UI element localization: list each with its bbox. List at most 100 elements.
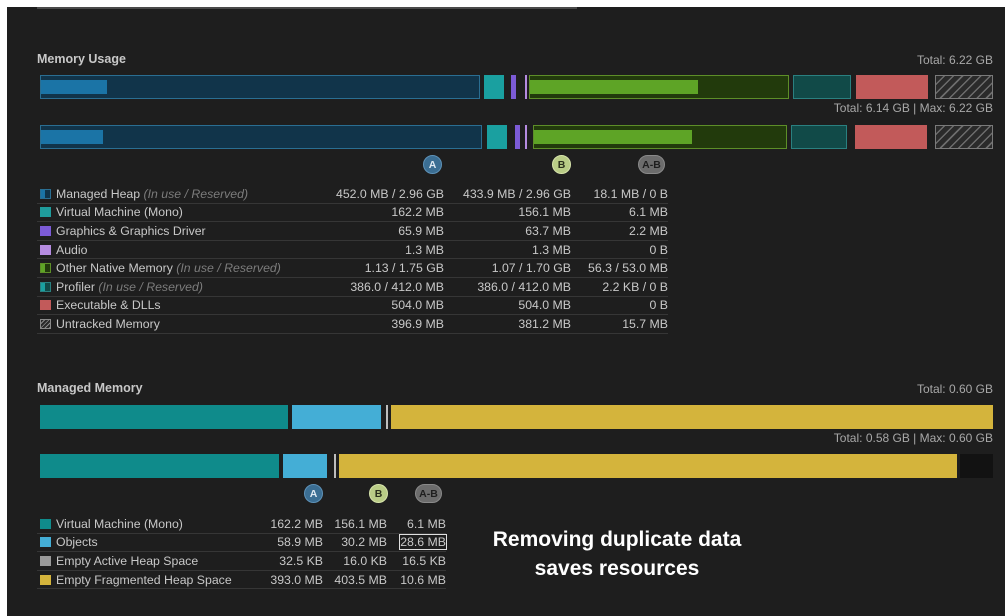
row-label: Other Native Memory (56, 261, 173, 276)
managed-memory-total: Total: 0.60 GB (916, 382, 993, 396)
table-row[interactable]: Other Native Memory (In use / Reserved) 1… (37, 258, 668, 278)
bar-b-untracked[interactable] (935, 125, 993, 149)
legend-swatch (40, 555, 51, 566)
row-label: Graphics & Graphics Driver (56, 223, 206, 238)
legend-swatch (40, 188, 51, 199)
value-b: 156.1 MB (518, 205, 571, 220)
bar-b-graphics[interactable] (515, 125, 520, 149)
value-a: 162.2 MB (270, 516, 323, 531)
value-b: 403.5 MB (334, 572, 387, 587)
value-cell-diff: 10.6 MB (387, 570, 446, 590)
row-label: Virtual Machine (Mono) (56, 516, 183, 531)
legend-swatch (40, 225, 51, 236)
value-cell-a: 393.0 MB (233, 570, 323, 590)
row-label-cell: Empty Fragmented Heap Space (37, 570, 233, 590)
mm-bar-b-virtual-machine[interactable] (40, 454, 279, 478)
row-label: Executable & DLLs (56, 298, 161, 313)
table-row[interactable]: Virtual Machine (Mono) 162.2 MB 156.1 MB 6.… (37, 515, 446, 534)
legend-swatch (40, 244, 51, 255)
row-note: (In use / Reserved) (176, 261, 281, 276)
table-row[interactable]: Managed Heap (In use / Reserved) 452.0 MB… (37, 185, 668, 204)
bar-a-profiler[interactable] (793, 75, 851, 99)
value-diff: 16.5 KB (402, 553, 446, 568)
value-diff: 2.2 MB (629, 223, 668, 238)
bar-a-audio[interactable] (525, 75, 527, 99)
bar-a-graphics[interactable] (511, 75, 516, 99)
value-diff: 10.6 MB (400, 572, 446, 587)
value-cell-a: 452.0 MB / 2.96 GB (319, 185, 444, 204)
value-cell-a: 504.0 MB (319, 296, 444, 316)
managed-memory-total-max: Total: 0.58 GB | Max: 0.60 GB (833, 431, 993, 445)
row-label-cell: Virtual Machine (Mono) (37, 515, 233, 534)
value-cell-b: 403.5 MB (323, 570, 387, 590)
bar-a-executable-dlls[interactable] (856, 75, 928, 99)
value-cell-diff: 6.1 MB (571, 203, 668, 223)
value-b: 1.3 MB (532, 242, 571, 257)
value-cell-b: 433.9 MB / 2.96 GB (444, 185, 571, 204)
bar-a-other-native-used[interactable] (530, 80, 698, 94)
value-cell-diff: 2.2 MB (571, 221, 668, 241)
value-a: 1.3 MB (405, 242, 444, 257)
table-row[interactable]: Untracked Memory 396.9 MB 381.2 MB 15.7 MB (37, 314, 668, 334)
row-label-cell: Audio (37, 240, 319, 260)
mm-bar-a-virtual-machine[interactable] (40, 405, 288, 429)
table-row[interactable]: Graphics & Graphics Driver 65.9 MB 63.7 MB… (37, 221, 668, 241)
value-cell-diff: 15.7 MB (571, 314, 668, 334)
bar-b-audio[interactable] (525, 125, 527, 149)
memory-usage-title: Memory Usage (37, 52, 126, 66)
value-b: 504.0 MB (518, 298, 571, 313)
value-a: 393.0 MB (270, 572, 323, 587)
value-a: 504.0 MB (391, 298, 444, 313)
table-row[interactable]: Virtual Machine (Mono) 162.2 MB 156.1 MB 6.… (37, 203, 668, 223)
bar-b-other-native-used[interactable] (534, 130, 692, 144)
callout-text: Removing duplicate data saves resources (462, 525, 772, 583)
bar-b-managed-heap-reserved[interactable] (40, 125, 482, 149)
value-cell-b: 386.0 / 412.0 MB (444, 277, 571, 297)
row-label: Audio (56, 242, 88, 257)
bar-a-untracked[interactable] (935, 75, 993, 99)
value-cell-diff: 6.1 MB (387, 515, 446, 534)
bar-a-managed-heap-used[interactable] (41, 80, 107, 94)
value-cell-a: 162.2 MB (319, 203, 444, 223)
mm-bar-a-empty-active[interactable] (386, 405, 388, 429)
row-label-cell: Managed Heap (In use / Reserved) (37, 185, 319, 204)
snapshot-b-badge: B (552, 155, 571, 174)
mm-bar-b-empty-active[interactable] (334, 454, 336, 478)
value-a: 1.13 / 1.75 GB (364, 261, 444, 276)
row-label-cell: Untracked Memory (37, 314, 319, 334)
bar-b-managed-heap-used[interactable] (41, 130, 103, 144)
legend-swatch (40, 537, 51, 548)
mm-bar-a-objects[interactable] (292, 405, 381, 429)
value-cell-a: 1.13 / 1.75 GB (319, 258, 444, 278)
bar-b-executable-dlls[interactable] (855, 125, 927, 149)
mm-bar-a-empty-fragmented[interactable] (391, 405, 993, 429)
memory-usage-table: Managed Heap (In use / Reserved) 452.0 MB… (37, 185, 668, 334)
value-diff: 6.1 MB (407, 516, 446, 531)
value-cell-diff: 0 B (571, 296, 668, 316)
top-divider (37, 7, 577, 9)
table-row[interactable]: Objects 58.9 MB 30.2 MB 28.6 MB (37, 533, 447, 553)
managed-memory-title: Managed Memory (37, 381, 143, 395)
callout-line-1: Removing duplicate data (492, 528, 742, 551)
table-row[interactable]: Executable & DLLs 504.0 MB 504.0 MB 0 B (37, 296, 668, 316)
value-a: 452.0 MB / 2.96 GB (335, 186, 444, 201)
mm-bar-b-empty-fragmented[interactable] (339, 454, 957, 478)
legend-swatch (40, 318, 51, 329)
legend-swatch (40, 518, 51, 529)
bar-b-profiler[interactable] (791, 125, 847, 149)
value-diff: 2.2 KB / 0 B (602, 279, 668, 294)
mm-bar-b-objects[interactable] (283, 454, 327, 478)
table-row[interactable]: Audio 1.3 MB 1.3 MB 0 B (37, 240, 668, 260)
row-label-cell: Virtual Machine (Mono) (37, 203, 319, 223)
table-row[interactable]: Empty Fragmented Heap Space 393.0 MB 403.5… (37, 570, 446, 590)
row-label: Empty Active Heap Space (56, 553, 199, 568)
bar-b-virtual-machine[interactable] (487, 125, 507, 149)
value-diff: 28.6 MB (399, 534, 447, 551)
table-row[interactable]: Empty Active Heap Space 32.5 KB 16.0 KB 16.… (37, 551, 446, 571)
value-cell-diff: 0 B (571, 240, 668, 260)
snapshot-a-badge: A (423, 155, 442, 174)
table-row[interactable]: Profiler (In use / Reserved) 386.0 / 412.… (37, 277, 668, 297)
diff-a-b-badge: A-B (638, 155, 665, 174)
bar-a-virtual-machine[interactable] (484, 75, 504, 99)
value-b: 386.0 / 412.0 MB (477, 279, 571, 294)
